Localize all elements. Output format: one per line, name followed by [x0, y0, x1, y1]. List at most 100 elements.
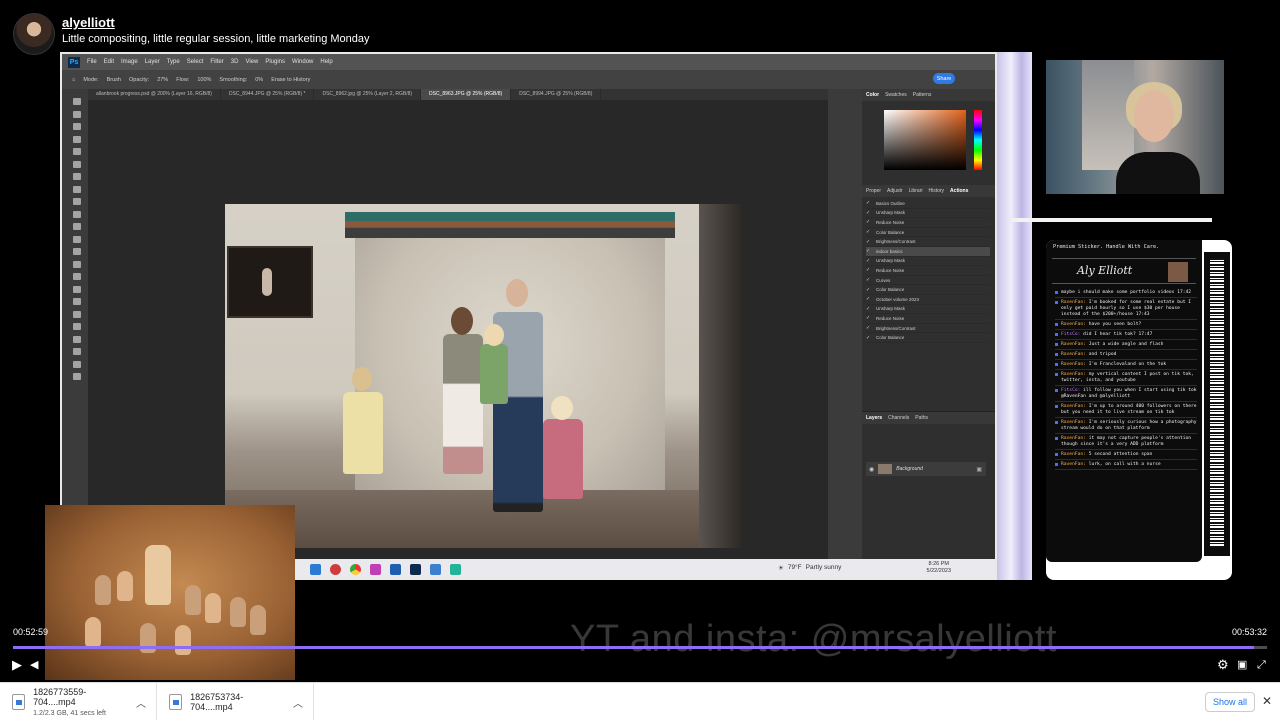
action-item[interactable]: ✓ Reduce Noise: [866, 218, 990, 228]
play-icon[interactable]: ▶: [12, 658, 22, 672]
eye-icon[interactable]: ◉: [869, 466, 874, 473]
ps-menu-plugins[interactable]: Plugins: [265, 59, 285, 65]
tab-actions[interactable]: Actions: [950, 188, 968, 194]
action-item[interactable]: ✓ October volume 2023: [866, 295, 990, 305]
ps-mode-select[interactable]: Brush: [107, 77, 121, 83]
zoom-tool-icon[interactable]: [73, 348, 81, 355]
ps-doc-tab-active[interactable]: DSC_8963.JPG @ 25% (RGB/8): [421, 89, 512, 100]
frame-tool-icon[interactable]: [73, 160, 81, 168]
ps-collapsed-panels[interactable]: [828, 89, 860, 559]
layer-row[interactable]: ◉ Background ▣: [866, 462, 986, 476]
tab-layers[interactable]: Layers: [866, 415, 882, 421]
lasso-tool-icon[interactable]: [73, 123, 81, 130]
marquee-tool-icon[interactable]: [73, 110, 81, 118]
ps-menu-3d[interactable]: 3D: [231, 59, 239, 65]
download-item[interactable]: 1826773559-704....mp4 1.2/2.3 GB, 41 sec…: [0, 683, 157, 720]
ps-canvas-area[interactable]: [88, 100, 828, 560]
tab-history[interactable]: History: [928, 188, 944, 194]
ps-share-button[interactable]: Share: [933, 73, 955, 84]
healing-tool-icon[interactable]: [73, 185, 81, 193]
action-item[interactable]: ✓ Unsharp Mask: [866, 257, 990, 267]
ps-menu-view[interactable]: View: [245, 59, 258, 65]
action-item[interactable]: ✓ Basics Outline: [866, 199, 990, 209]
miniplayer-icon[interactable]: ▣: [1237, 658, 1247, 672]
show-all-button[interactable]: Show all: [1205, 692, 1255, 712]
action-item[interactable]: ✓ Color Balance: [866, 285, 990, 295]
ps-doc-tab[interactable]: DSC_8994.JPG @ 25% (RGB/8): [511, 89, 602, 100]
tab-properties[interactable]: Proper: [866, 188, 881, 194]
ps-menu-select[interactable]: Select: [187, 59, 204, 65]
ps-menu-edit[interactable]: Edit: [104, 59, 114, 65]
gear-icon[interactable]: ⚙: [1217, 658, 1229, 672]
action-item[interactable]: ✓ Unsharp Mask: [866, 305, 990, 315]
move-tool-icon[interactable]: [73, 98, 81, 105]
dodge-tool-icon[interactable]: [73, 273, 81, 280]
ps-menu-type[interactable]: Type: [167, 59, 180, 65]
color-swatches-icon[interactable]: [73, 373, 81, 380]
ps-doc-tab[interactable]: allanbrook progress.psd @ 200% (Layer 16…: [88, 89, 221, 100]
action-item[interactable]: ✓ Reduce Noise: [866, 266, 990, 276]
download-item[interactable]: 1826753734-704....mp4 ︿: [157, 683, 314, 720]
weather-widget[interactable]: ☀ 79°F Partly sunny: [778, 564, 841, 572]
brush-tool-icon[interactable]: [73, 198, 81, 205]
fullscreen-icon[interactable]: ⤢: [1257, 658, 1266, 672]
ps-erase-history-checkbox[interactable]: Erase to History: [271, 77, 310, 83]
seek-bar[interactable]: [13, 646, 1267, 649]
eyedropper-tool-icon[interactable]: [73, 173, 81, 180]
action-item[interactable]: ✓ Color Balance: [866, 228, 990, 238]
chevron-up-icon[interactable]: ︿: [136, 695, 146, 710]
quick-select-tool-icon[interactable]: [73, 135, 81, 143]
ps-smoothing-value[interactable]: 0%: [255, 77, 263, 83]
more-tools-icon[interactable]: [73, 360, 81, 368]
ps-flow-value[interactable]: 100%: [197, 77, 211, 83]
tab-color[interactable]: Color: [866, 92, 879, 98]
app-icon[interactable]: [430, 564, 441, 575]
ps-doc-tab[interactable]: DSC_8944.JPG @ 25% (RGB/8) *: [221, 89, 315, 100]
ps-menu-file[interactable]: File: [87, 59, 97, 65]
action-item-selected[interactable]: ✓ indoor basics: [866, 246, 990, 257]
action-item[interactable]: ✓ Color Balance: [866, 333, 990, 343]
photoshop-taskbar-icon[interactable]: [410, 564, 421, 575]
stamp-tool-icon[interactable]: [73, 210, 81, 218]
tab-paths[interactable]: Paths: [915, 415, 928, 421]
app-icon[interactable]: [330, 564, 341, 575]
volume-icon[interactable]: ◀: [30, 658, 38, 672]
action-item[interactable]: ✓ Brightness/Contrast: [866, 324, 990, 334]
channel-name[interactable]: alyelliott: [62, 15, 115, 30]
channel-avatar[interactable]: [13, 13, 55, 55]
app-icon[interactable]: [370, 564, 381, 575]
shape-tool-icon[interactable]: [73, 323, 81, 330]
history-brush-tool-icon[interactable]: [73, 223, 81, 230]
chevron-up-icon[interactable]: ︿: [293, 695, 303, 710]
chrome-icon[interactable]: [350, 564, 361, 575]
action-item[interactable]: ✓ Unsharp Mask: [866, 209, 990, 219]
tab-channels[interactable]: Channels: [888, 415, 909, 421]
hand-tool-icon[interactable]: [73, 335, 81, 343]
type-tool-icon[interactable]: [73, 298, 81, 305]
blur-tool-icon[interactable]: [73, 260, 81, 268]
mail-icon[interactable]: [310, 564, 321, 575]
taskbar-clock[interactable]: 8:26 PM 5/22/2023: [927, 561, 951, 575]
app-icon[interactable]: [450, 564, 461, 575]
tab-patterns[interactable]: Patterns: [913, 92, 932, 98]
ps-opacity-value[interactable]: 27%: [157, 77, 168, 83]
color-picker-field[interactable]: [884, 110, 966, 170]
action-item[interactable]: ✓ Reduce Noise: [866, 314, 990, 324]
tab-swatches[interactable]: Swatches: [885, 92, 907, 98]
ps-doc-tab[interactable]: DSC_8962.jpg @ 25% (Layer 2, RGB/8): [314, 89, 422, 100]
tab-libraries[interactable]: Librari: [909, 188, 923, 194]
close-icon[interactable]: ✕: [1262, 694, 1272, 708]
ps-menu-help[interactable]: Help: [320, 59, 332, 65]
action-item[interactable]: ✓ Brightness/Contrast: [866, 237, 990, 247]
ps-menu-window[interactable]: Window: [292, 59, 313, 65]
tab-adjustments[interactable]: Adjustr: [887, 188, 903, 194]
eraser-tool-icon[interactable]: [73, 235, 81, 243]
ps-menu-layer[interactable]: Layer: [145, 59, 160, 65]
ps-menu-filter[interactable]: Filter: [210, 59, 223, 65]
ps-home-icon[interactable]: ⌂: [72, 77, 75, 83]
crop-tool-icon[interactable]: [73, 148, 81, 155]
pen-tool-icon[interactable]: [73, 285, 81, 293]
gradient-tool-icon[interactable]: [73, 248, 81, 255]
app-icon[interactable]: [390, 564, 401, 575]
hue-slider[interactable]: [974, 110, 982, 170]
